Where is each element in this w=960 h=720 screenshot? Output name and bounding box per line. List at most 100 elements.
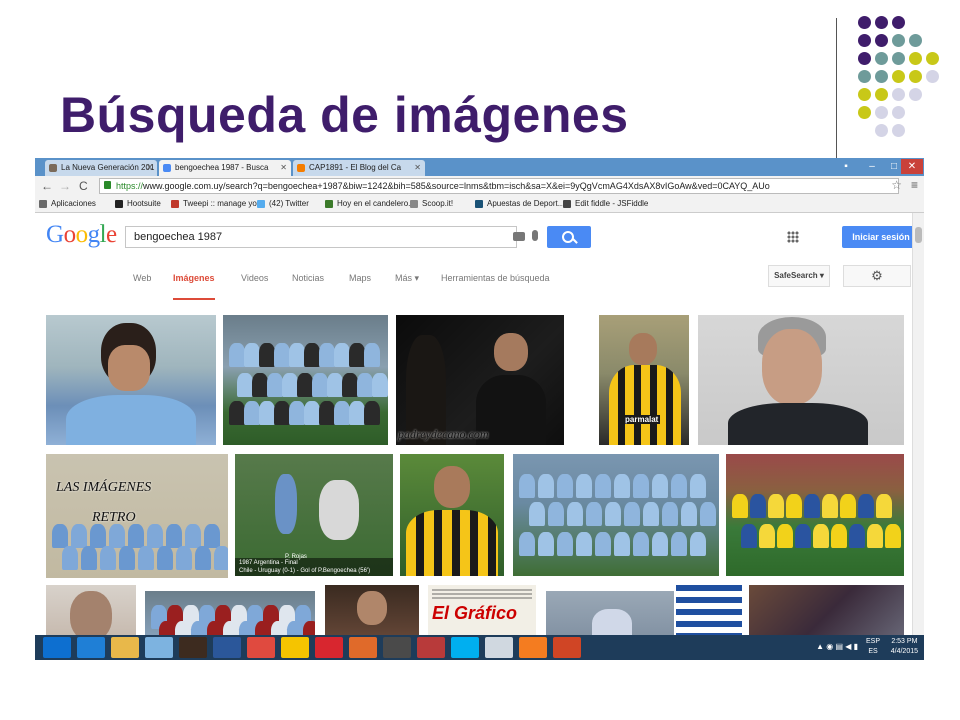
skype-icon[interactable] bbox=[451, 637, 479, 658]
image-result[interactable] bbox=[46, 315, 216, 445]
image-result[interactable]: padreydecano.com bbox=[396, 315, 564, 445]
bookmark-item[interactable]: (42) Twitter bbox=[257, 196, 309, 212]
bookmark-item[interactable]: Aplicaciones bbox=[39, 196, 96, 212]
file-explorer-icon[interactable] bbox=[111, 637, 139, 658]
decorative-dot bbox=[875, 88, 888, 101]
google-logo[interactable]: Google bbox=[46, 221, 117, 249]
microphone-icon[interactable] bbox=[532, 230, 538, 241]
system-tray-icons[interactable]: ▲ ◉ ▤ ◀ ▮ bbox=[816, 642, 858, 652]
back-button[interactable]: ← bbox=[41, 178, 53, 194]
apps-grid-icon bbox=[39, 200, 47, 208]
apps-grid-icon[interactable] bbox=[787, 231, 799, 243]
image-result[interactable] bbox=[546, 591, 674, 638]
tab-more[interactable]: Más ▾ bbox=[395, 268, 419, 288]
powerpoint-icon[interactable] bbox=[553, 637, 581, 658]
scrollbar[interactable] bbox=[912, 213, 924, 638]
decorative-dot bbox=[858, 106, 871, 119]
player-figure bbox=[356, 373, 373, 397]
url-path: www.google.com.uy/search?q=bengoechea+19… bbox=[143, 181, 770, 191]
image-result[interactable] bbox=[513, 454, 719, 576]
decorative-dot bbox=[875, 124, 888, 137]
bookmark-item[interactable]: Hoy en el candelero... bbox=[325, 196, 415, 212]
scrollbar-thumb[interactable] bbox=[915, 227, 922, 243]
player-figure bbox=[371, 373, 388, 397]
chrome-icon[interactable] bbox=[247, 637, 275, 658]
address-bar-row: ← → C https://www.google.com.uy/search?q… bbox=[35, 176, 924, 196]
tab-search-tools[interactable]: Herramientas de búsqueda bbox=[441, 268, 550, 288]
settings-gear-icon[interactable]: ⚙ bbox=[843, 265, 911, 287]
minimize-button[interactable]: – bbox=[861, 159, 883, 174]
close-tab-icon[interactable]: ✕ bbox=[414, 160, 421, 176]
camera-search-icon[interactable] bbox=[513, 232, 525, 241]
tab-bengoechea-search[interactable]: bengoechea 1987 - Busca ✕ bbox=[159, 160, 291, 176]
tab-videos[interactable]: Videos bbox=[241, 268, 268, 288]
url-scheme: https:// bbox=[116, 181, 144, 191]
tab-web[interactable]: Web bbox=[133, 268, 151, 288]
avast-icon[interactable] bbox=[519, 637, 547, 658]
bookmark-item[interactable]: Scoop.it! bbox=[410, 196, 453, 212]
norton-icon[interactable] bbox=[281, 637, 309, 658]
tab-images[interactable]: Imágenes bbox=[173, 268, 215, 300]
language-indicator[interactable]: ESP ES bbox=[866, 637, 880, 657]
tab-maps[interactable]: Maps bbox=[349, 268, 371, 288]
r-app-icon[interactable] bbox=[315, 637, 343, 658]
bookmark-label: (42) Twitter bbox=[269, 199, 309, 208]
film-strip-icon[interactable] bbox=[383, 637, 411, 658]
player-figure bbox=[813, 524, 829, 548]
bookmark-star-icon[interactable]: ☆ bbox=[891, 178, 902, 192]
browser-menu-icon[interactable]: ≡ bbox=[911, 178, 918, 192]
search-input[interactable]: bengoechea 1987 bbox=[125, 226, 517, 248]
tab-cap1891-blog[interactable]: CAP1891 - El Blog del Ca ✕ bbox=[293, 160, 425, 176]
image-result[interactable]: LAS IMÁGENES RETRO bbox=[46, 454, 228, 578]
image-result[interactable] bbox=[145, 591, 315, 638]
image-result[interactable]: El Gráfico bbox=[428, 585, 536, 638]
bookmark-label: Apuestas de Deport... bbox=[487, 199, 565, 208]
logo-letter: e bbox=[106, 221, 117, 248]
bookmark-item[interactable]: Edit fiddle - JSFiddle bbox=[563, 196, 648, 212]
image-result[interactable] bbox=[698, 315, 904, 445]
image-result[interactable]: parmalat bbox=[599, 315, 689, 445]
image-result[interactable]: 1987 Argentina - Final Chile - Uruguay (… bbox=[235, 454, 393, 576]
tab-news[interactable]: Noticias bbox=[292, 268, 324, 288]
color-app-icon[interactable] bbox=[349, 637, 377, 658]
decorative-dot bbox=[892, 70, 905, 83]
user-profile-icon[interactable]: ▪ bbox=[835, 159, 857, 174]
clock-date: 4/4/2015 bbox=[890, 648, 918, 655]
bookmarks-bar: Aplicaciones Hootsuite Tweepi :: manage yo… bbox=[35, 196, 924, 213]
image-result[interactable] bbox=[325, 585, 419, 638]
image-result[interactable] bbox=[676, 585, 742, 638]
bookmark-label: Hootsuite bbox=[127, 199, 161, 208]
bookmark-item[interactable]: Tweepi :: manage yo... bbox=[171, 196, 264, 212]
close-window-button[interactable]: ✕ bbox=[901, 159, 923, 174]
close-tab-icon[interactable]: ✕ bbox=[280, 160, 287, 176]
image-result[interactable] bbox=[726, 454, 904, 576]
app-window-icon[interactable] bbox=[145, 637, 173, 658]
url-field[interactable]: https://www.google.com.uy/search?q=bengo… bbox=[99, 178, 899, 194]
player-figure bbox=[557, 532, 573, 556]
media-player-icon[interactable] bbox=[179, 637, 207, 658]
decorative-dot bbox=[858, 16, 871, 29]
dropbox-icon[interactable] bbox=[43, 637, 71, 658]
bookmark-item[interactable]: Hootsuite bbox=[115, 196, 161, 212]
search-button[interactable] bbox=[547, 226, 591, 248]
safesearch-button[interactable]: SafeSearch ▾ bbox=[768, 265, 830, 287]
forward-button[interactable]: → bbox=[59, 178, 71, 194]
image-result[interactable] bbox=[46, 585, 136, 638]
player-figure bbox=[52, 524, 68, 548]
decorative-dot bbox=[909, 88, 922, 101]
paint-icon[interactable] bbox=[485, 637, 513, 658]
internet-explorer-icon[interactable] bbox=[77, 637, 105, 658]
close-tab-icon[interactable]: ✕ bbox=[146, 160, 153, 176]
clock[interactable]: 2:53 PM 4/4/2015 bbox=[891, 637, 918, 657]
ball-icon[interactable] bbox=[417, 637, 445, 658]
word-icon[interactable] bbox=[213, 637, 241, 658]
image-result[interactable] bbox=[749, 585, 904, 638]
decorative-dot bbox=[892, 124, 905, 137]
player-figure bbox=[259, 343, 275, 367]
tab-la-nueva-generacion[interactable]: La Nueva Generación 201 ✕ bbox=[45, 160, 157, 176]
reload-button[interactable]: C bbox=[79, 178, 88, 194]
image-result[interactable] bbox=[400, 454, 504, 576]
sign-in-button[interactable]: Iniciar sesión bbox=[842, 226, 920, 248]
image-result[interactable] bbox=[223, 315, 388, 445]
bookmark-item[interactable]: Apuestas de Deport... bbox=[475, 196, 564, 212]
